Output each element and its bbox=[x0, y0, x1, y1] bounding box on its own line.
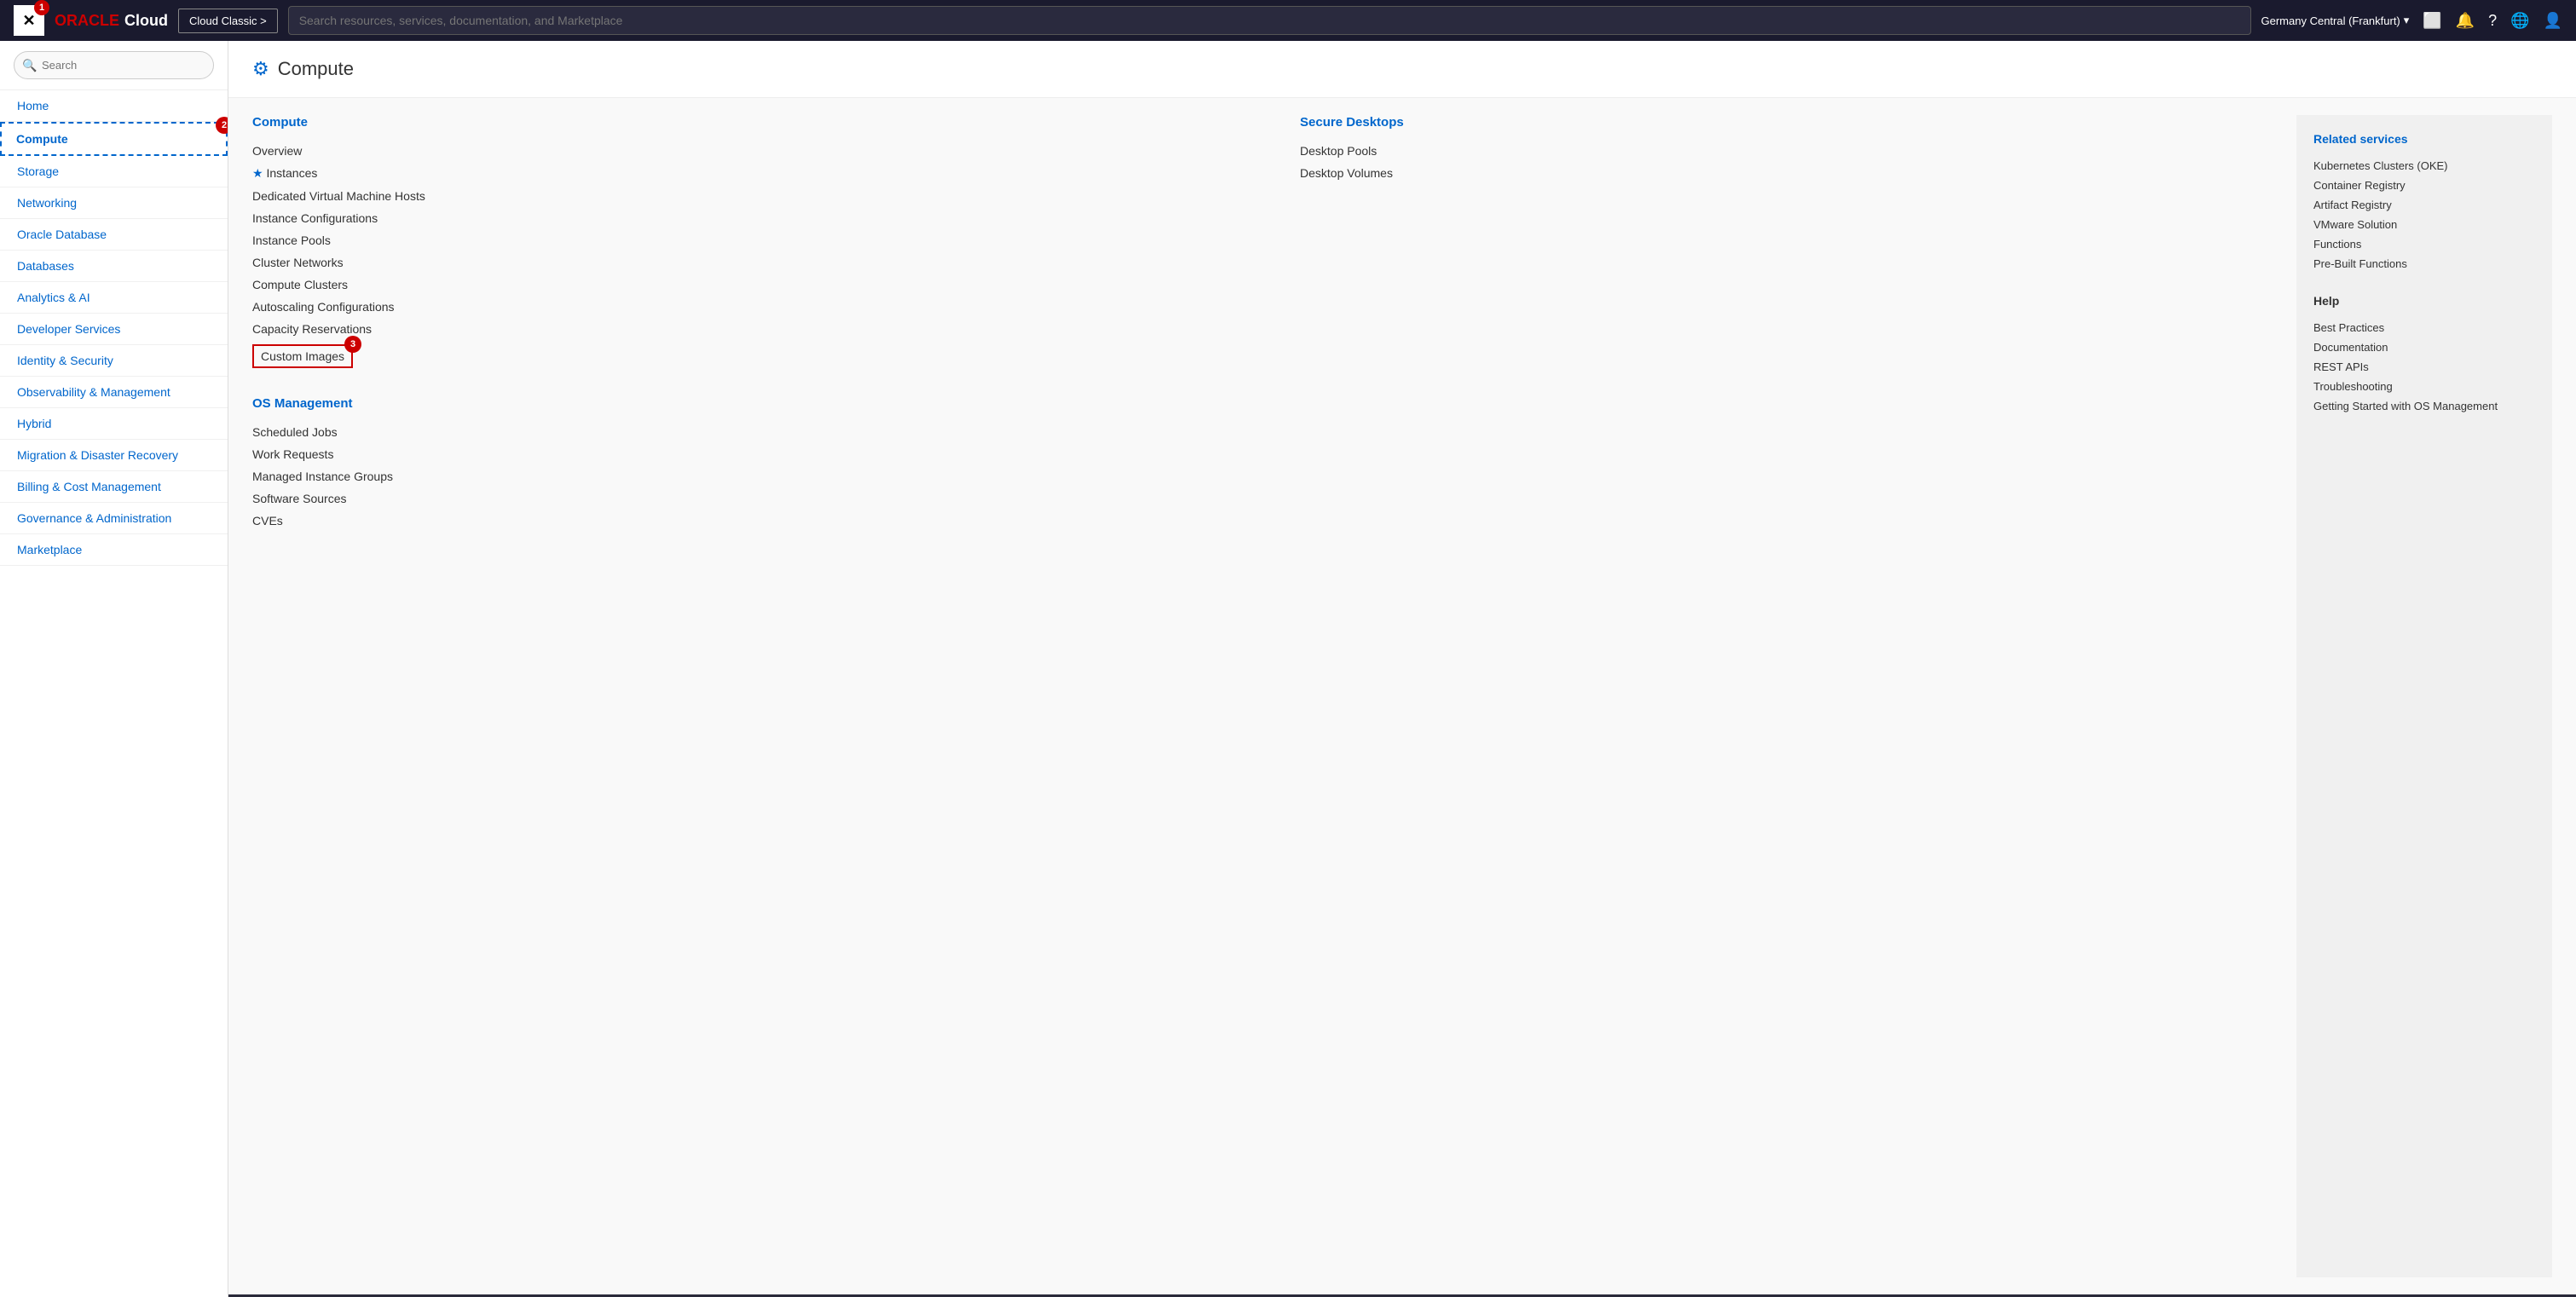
chevron-down-icon: ▾ bbox=[2404, 14, 2410, 27]
link-overview[interactable]: Overview bbox=[252, 140, 1215, 162]
help-title: Help bbox=[2313, 294, 2535, 308]
sidebar-items-list: HomeCompute2StorageNetworkingOracle Data… bbox=[0, 90, 228, 566]
user-icon[interactable]: 👤 bbox=[2544, 12, 2562, 30]
link-vmware[interactable]: VMware Solution bbox=[2313, 215, 2535, 234]
two-columns: Compute Overview ★ Instances Dedicated V… bbox=[252, 115, 2262, 556]
link-capacity-reservations[interactable]: Capacity Reservations bbox=[252, 318, 1215, 340]
related-services-links: Kubernetes Clusters (OKE) Container Regi… bbox=[2313, 156, 2535, 274]
cloud-text: Cloud bbox=[124, 12, 168, 30]
link-functions[interactable]: Functions bbox=[2313, 234, 2535, 254]
link-instance-pools[interactable]: Instance Pools bbox=[252, 229, 1215, 251]
main-layout: 🔍 HomeCompute2StorageNetworkingOracle Da… bbox=[0, 41, 2576, 1297]
sidebar-search-container: 🔍 bbox=[0, 41, 228, 90]
link-managed-instance-groups[interactable]: Managed Instance Groups bbox=[252, 465, 1215, 487]
os-management-title: OS Management bbox=[252, 396, 1215, 411]
content-header: ⚙ Compute bbox=[228, 41, 2576, 98]
related-services-title: Related services bbox=[2313, 132, 2535, 146]
search-icon: 🔍 bbox=[22, 58, 37, 72]
help-icon[interactable]: ? bbox=[2488, 12, 2497, 30]
link-kubernetes[interactable]: Kubernetes Clusters (OKE) bbox=[2313, 156, 2535, 176]
cloud-classic-button[interactable]: Cloud Classic > bbox=[178, 9, 278, 33]
oracle-logo: ORACLE Cloud bbox=[55, 12, 168, 30]
terminal-icon[interactable]: ⬜ bbox=[2423, 12, 2441, 30]
content-area: ⚙ Compute Compute Overview ★ Instances D… bbox=[228, 41, 2576, 1297]
close-icon: ✕ bbox=[22, 12, 35, 30]
link-rest-apis[interactable]: REST APIs bbox=[2313, 357, 2535, 377]
compute-column: Compute Overview ★ Instances Dedicated V… bbox=[252, 115, 1215, 556]
link-dedicated-vm-hosts[interactable]: Dedicated Virtual Machine Hosts bbox=[252, 185, 1215, 207]
compute-section-title: Compute bbox=[252, 115, 1215, 130]
os-management-links: Scheduled Jobs Work Requests Managed Ins… bbox=[252, 421, 1215, 532]
secure-desktops-links: Desktop Pools Desktop Volumes bbox=[1300, 140, 2262, 184]
compute-icon: ⚙ bbox=[252, 58, 269, 80]
oracle-text: ORACLE bbox=[55, 12, 119, 30]
sidebar-item-observability-management[interactable]: Observability & Management bbox=[0, 377, 228, 408]
compute-links: Overview ★ Instances Dedicated Virtual M… bbox=[252, 140, 1215, 372]
sidebar-item-analytics-ai[interactable]: Analytics & AI bbox=[0, 282, 228, 314]
right-panel: Related services Kubernetes Clusters (OK… bbox=[2296, 115, 2552, 1277]
sidebar-item-billing-cost[interactable]: Billing & Cost Management bbox=[0, 471, 228, 503]
secure-desktops-column: Secure Desktops Desktop Pools Desktop Vo… bbox=[1300, 115, 2262, 556]
link-software-sources[interactable]: Software Sources bbox=[252, 487, 1215, 510]
link-best-practices[interactable]: Best Practices bbox=[2313, 318, 2535, 337]
sidebar-item-hybrid[interactable]: Hybrid bbox=[0, 408, 228, 440]
link-container-registry[interactable]: Container Registry bbox=[2313, 176, 2535, 195]
region-label: Germany Central (Frankfurt) bbox=[2261, 14, 2400, 27]
main-column: Compute Overview ★ Instances Dedicated V… bbox=[252, 115, 2262, 1277]
link-documentation[interactable]: Documentation bbox=[2313, 337, 2535, 357]
help-links: Best Practices Documentation REST APIs T… bbox=[2313, 318, 2535, 416]
badge-3: 3 bbox=[344, 336, 361, 353]
link-prebuilt-functions[interactable]: Pre-Built Functions bbox=[2313, 254, 2535, 274]
globe-icon[interactable]: 🌐 bbox=[2510, 12, 2529, 30]
badge-1: 1 bbox=[34, 0, 49, 15]
nav-right: Germany Central (Frankfurt) ▾ ⬜ 🔔 ? 🌐 👤 bbox=[2261, 12, 2563, 30]
sidebar-item-compute[interactable]: Compute2 bbox=[0, 122, 228, 156]
bell-icon[interactable]: 🔔 bbox=[2456, 12, 2475, 30]
sidebar-item-identity-security[interactable]: Identity & Security bbox=[0, 345, 228, 377]
link-artifact-registry[interactable]: Artifact Registry bbox=[2313, 195, 2535, 215]
top-navigation: ✕ 1 ORACLE Cloud Cloud Classic > Germany… bbox=[0, 0, 2576, 41]
badge-2: 2 bbox=[216, 117, 228, 134]
link-desktop-volumes[interactable]: Desktop Volumes bbox=[1300, 162, 2262, 184]
sidebar-item-migration-disaster-recovery[interactable]: Migration & Disaster Recovery bbox=[0, 440, 228, 471]
global-search-input[interactable] bbox=[288, 6, 2251, 35]
page-title: Compute bbox=[278, 58, 354, 80]
link-instances[interactable]: ★ Instances bbox=[252, 162, 1215, 185]
link-getting-started-os[interactable]: Getting Started with OS Management bbox=[2313, 396, 2535, 416]
sidebar-search-input[interactable] bbox=[14, 51, 214, 79]
sidebar-item-governance-administration[interactable]: Governance & Administration bbox=[0, 503, 228, 534]
sidebar-item-developer-services[interactable]: Developer Services bbox=[0, 314, 228, 345]
link-desktop-pools[interactable]: Desktop Pools bbox=[1300, 140, 2262, 162]
custom-images-box[interactable]: Custom Images bbox=[252, 344, 353, 368]
sidebar-item-oracle-database[interactable]: Oracle Database bbox=[0, 219, 228, 251]
sidebar-item-storage[interactable]: Storage bbox=[0, 156, 228, 187]
link-troubleshooting[interactable]: Troubleshooting bbox=[2313, 377, 2535, 396]
sidebar-item-networking[interactable]: Networking bbox=[0, 187, 228, 219]
link-cluster-networks[interactable]: Cluster Networks bbox=[252, 251, 1215, 274]
star-icon: ★ bbox=[252, 166, 263, 180]
sidebar-item-marketplace[interactable]: Marketplace bbox=[0, 534, 228, 566]
link-custom-images[interactable]: Custom Images 3 bbox=[252, 340, 1215, 372]
link-compute-clusters[interactable]: Compute Clusters bbox=[252, 274, 1215, 296]
sidebar-item-databases[interactable]: Databases bbox=[0, 251, 228, 282]
link-cves[interactable]: CVEs bbox=[252, 510, 1215, 532]
sidebar: 🔍 HomeCompute2StorageNetworkingOracle Da… bbox=[0, 41, 228, 1297]
link-work-requests[interactable]: Work Requests bbox=[252, 443, 1215, 465]
secure-desktops-title: Secure Desktops bbox=[1300, 115, 2262, 130]
content-body: Compute Overview ★ Instances Dedicated V… bbox=[228, 98, 2576, 1294]
region-selector[interactable]: Germany Central (Frankfurt) ▾ bbox=[2261, 14, 2410, 27]
link-instance-configurations[interactable]: Instance Configurations bbox=[252, 207, 1215, 229]
link-autoscaling[interactable]: Autoscaling Configurations bbox=[252, 296, 1215, 318]
sidebar-item-home[interactable]: Home bbox=[0, 90, 228, 122]
link-scheduled-jobs[interactable]: Scheduled Jobs bbox=[252, 421, 1215, 443]
